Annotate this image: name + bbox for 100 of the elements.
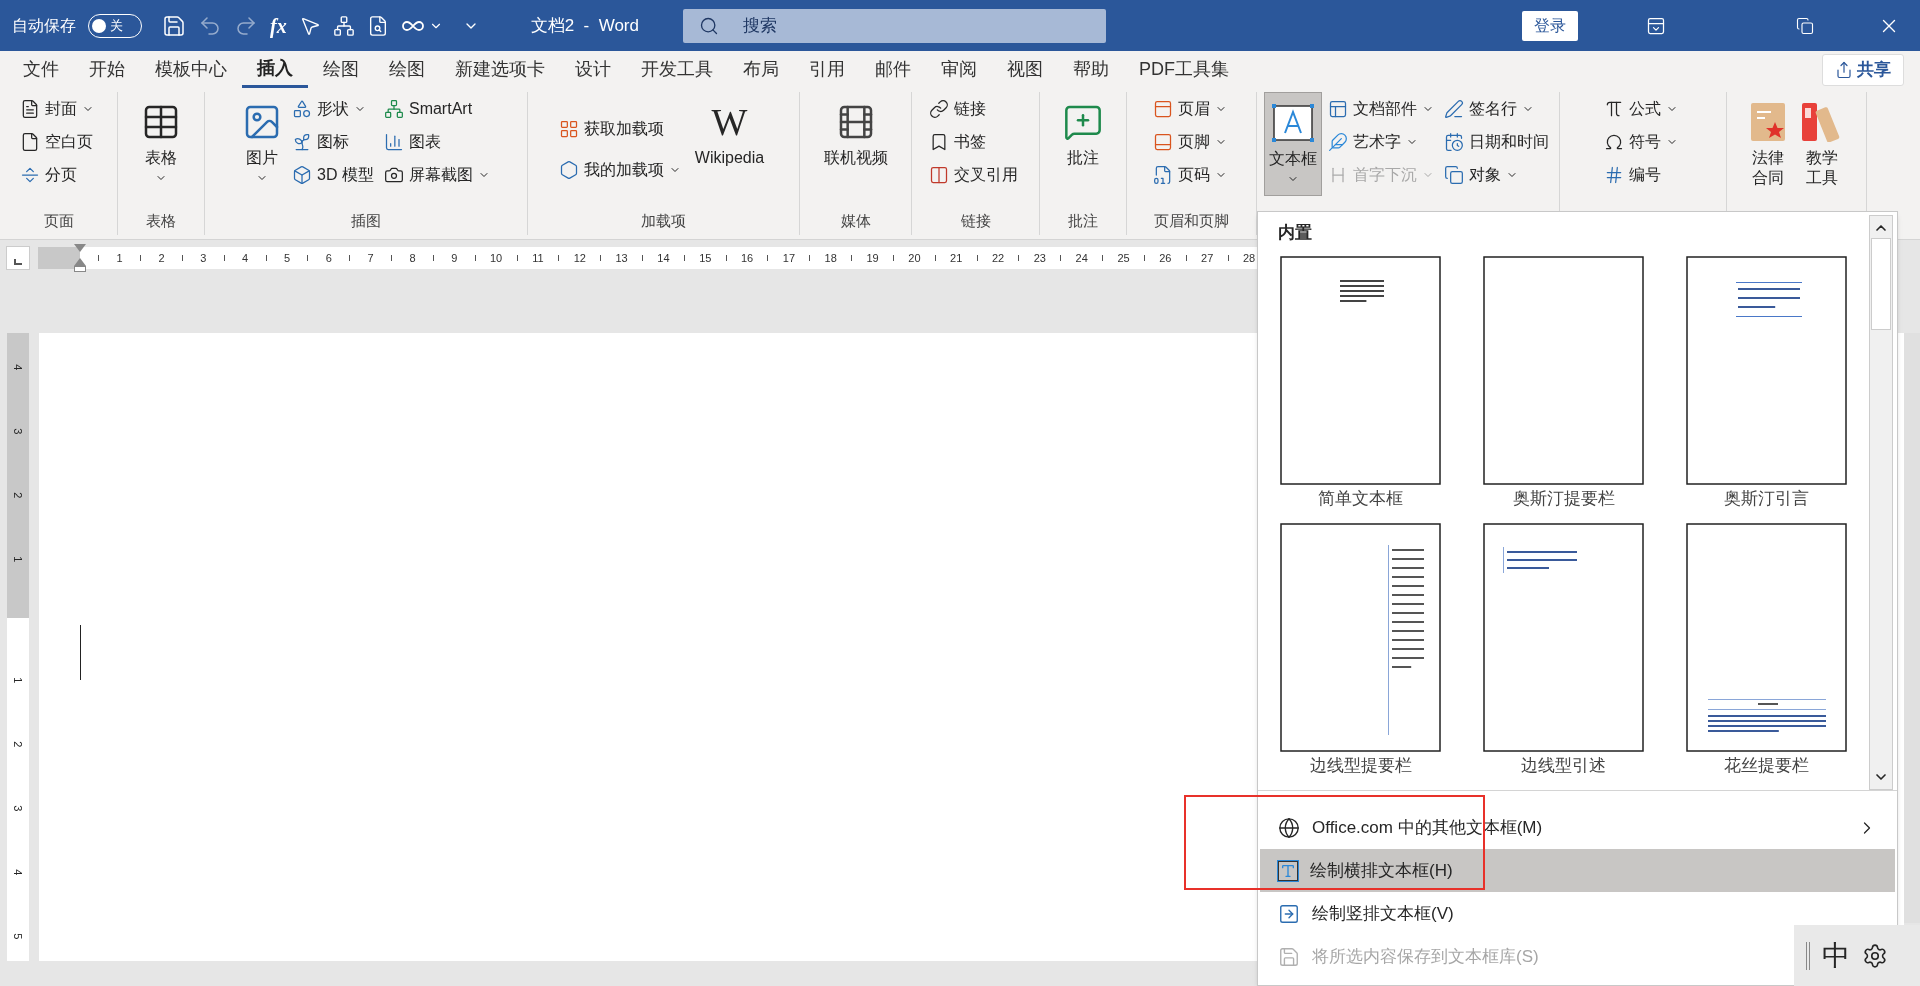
ribbon-button[interactable]: 符号 bbox=[1604, 125, 1682, 158]
ruler-number: 11 bbox=[531, 250, 545, 266]
ribbon-tab[interactable]: 引用 bbox=[794, 51, 860, 88]
ruler-number: 20 bbox=[907, 250, 922, 266]
vertical-text-box-icon bbox=[1278, 902, 1300, 925]
ribbon-tab[interactable]: 文件 bbox=[8, 51, 74, 88]
search-field[interactable]: 搜索 bbox=[683, 8, 1106, 43]
hierarchy-icon bbox=[383, 98, 404, 119]
scrollbar[interactable] bbox=[1869, 215, 1893, 790]
calendar-clock-icon bbox=[1443, 131, 1464, 152]
ribbon-tab[interactable]: 开发工具 bbox=[626, 51, 728, 88]
settings-icon[interactable] bbox=[1862, 942, 1888, 969]
save-icon[interactable] bbox=[162, 13, 186, 38]
ribbon-tab[interactable]: 视图 bbox=[992, 51, 1058, 88]
globe-icon bbox=[1278, 816, 1300, 839]
ribbon-button[interactable]: 编号 bbox=[1604, 158, 1682, 191]
ribbon-button[interactable]: 分页 bbox=[19, 158, 98, 191]
group-label: 页眉和页脚 bbox=[1154, 210, 1229, 231]
ribbon-button[interactable]: 空白页 bbox=[19, 125, 98, 158]
ribbon-button[interactable]: 法律合同 bbox=[1745, 92, 1790, 196]
grid-plus-icon bbox=[558, 119, 579, 139]
ribbon-display-icon[interactable] bbox=[1646, 15, 1666, 36]
ribbon-tab[interactable]: 布局 bbox=[728, 51, 794, 88]
ruler-number: 22 bbox=[990, 250, 1006, 266]
ribbon-tab[interactable]: 开始 bbox=[74, 51, 140, 88]
ribbon-tab[interactable]: PDF工具集 bbox=[1124, 51, 1244, 88]
ribbon-tab[interactable]: 审阅 bbox=[926, 51, 992, 88]
text-cursor bbox=[80, 625, 81, 680]
ribbon-button[interactable]: 页眉 bbox=[1152, 92, 1231, 125]
gallery-item[interactable]: 花丝提要栏 bbox=[1686, 523, 1847, 780]
wikipedia-logo: W bbox=[711, 100, 748, 144]
formula-button[interactable]: fx bbox=[270, 10, 287, 41]
ruler-number: 23 bbox=[1032, 250, 1047, 266]
feather-icon bbox=[1327, 131, 1348, 152]
ribbon-button[interactable]: 获取加载项 bbox=[558, 112, 685, 146]
menu-item[interactable]: Office.com 中的其他文本框(M) bbox=[1260, 806, 1895, 849]
ribbon-button[interactable]: 表格 bbox=[137, 92, 185, 196]
ribbon-tab[interactable]: 邮件 bbox=[860, 51, 926, 88]
tab-selector[interactable] bbox=[6, 246, 30, 270]
ribbon-button[interactable]: 签名行 bbox=[1443, 92, 1553, 125]
ruler-number: 21 bbox=[949, 250, 964, 266]
ribbon-button[interactable]: 教学工具 bbox=[1795, 92, 1848, 196]
ribbon-button[interactable]: 文档部件 bbox=[1327, 92, 1438, 125]
ruler-number: 1 bbox=[11, 555, 26, 563]
ribbon-button[interactable]: W Wikipedia bbox=[690, 92, 769, 196]
window-title: 文档2 - Word bbox=[530, 14, 639, 37]
indent-marker[interactable] bbox=[74, 244, 86, 272]
page-number-icon bbox=[1152, 164, 1173, 185]
ribbon-button[interactable]: 联机视频 bbox=[819, 92, 892, 196]
ribbon-button[interactable]: 交叉引用 bbox=[929, 158, 1022, 191]
ribbon-button[interactable]: SmartArt bbox=[383, 92, 494, 125]
scroll-thumb[interactable] bbox=[1871, 238, 1891, 330]
ruler-margin bbox=[38, 247, 80, 269]
ribbon-button[interactable]: 页码 bbox=[1152, 158, 1231, 191]
ribbon-button[interactable]: 我的加载项 bbox=[558, 153, 685, 187]
ribbon-button[interactable]: 链接 bbox=[929, 92, 1022, 125]
login-button[interactable]: 登录 bbox=[1522, 10, 1578, 41]
ribbon-tab[interactable]: 绘图 bbox=[308, 51, 374, 88]
ribbon-button[interactable]: 批注 bbox=[1059, 92, 1107, 196]
group-label: 批注 bbox=[1068, 210, 1098, 231]
ruler-number: 17 bbox=[781, 250, 797, 266]
ribbon-button[interactable]: 书签 bbox=[929, 125, 1022, 158]
ribbon-tab[interactable]: 模板中心 bbox=[140, 51, 242, 88]
menu-item[interactable]: 绘制竖排文本框(V) bbox=[1260, 892, 1484, 935]
ribbon-tab[interactable]: 绘图 bbox=[374, 51, 440, 88]
ruler-number: 27 bbox=[1200, 250, 1215, 266]
ribbon-tab[interactable]: 设计 bbox=[560, 51, 626, 88]
input-mode[interactable]: 中 bbox=[1822, 934, 1850, 977]
ribbon-button[interactable]: 图片 bbox=[238, 92, 287, 196]
ribbon-button[interactable]: 日期和时间 bbox=[1443, 125, 1553, 158]
share-button[interactable]: 共享 bbox=[1822, 53, 1904, 86]
ribbon-tab[interactable]: 帮助 bbox=[1058, 51, 1124, 88]
menu-item[interactable]: 绘制横排文本框(H) bbox=[1260, 849, 1895, 892]
ruler-number: 10 bbox=[489, 250, 504, 266]
ribbon-button[interactable]: 图表 bbox=[383, 125, 494, 158]
gallery-item[interactable]: 简单文本框 bbox=[1280, 256, 1441, 513]
ribbon-button[interactable]: 图标 bbox=[292, 125, 378, 158]
gallery-item[interactable]: 奥斯汀引言 bbox=[1686, 256, 1847, 513]
scrollbar[interactable] bbox=[1904, 333, 1920, 923]
ribbon-button[interactable]: 形状 bbox=[292, 92, 378, 125]
ribbon-button[interactable]: 屏幕截图 bbox=[383, 158, 494, 191]
ruler-number: 18 bbox=[823, 250, 838, 266]
ribbon-button[interactable]: 艺术字 bbox=[1327, 125, 1438, 158]
ruler-number: 4 bbox=[241, 250, 250, 266]
group-label: 链接 bbox=[960, 210, 991, 231]
group-label: 加载项 bbox=[641, 210, 686, 231]
ribbon-button[interactable]: 3D 模型 bbox=[292, 158, 378, 191]
hierarchy-icon[interactable] bbox=[332, 14, 355, 37]
gallery-item[interactable]: 奥斯汀提要栏 bbox=[1483, 256, 1644, 513]
gallery-item[interactable]: 边线型引述 bbox=[1483, 523, 1644, 780]
ribbon-button[interactable]: 封面 bbox=[19, 92, 98, 125]
gallery-item[interactable]: 边线型提要栏 bbox=[1280, 523, 1441, 780]
ribbon-tab[interactable]: 新建选项卡 bbox=[440, 51, 560, 88]
ribbon-button[interactable]: 对象 bbox=[1443, 158, 1553, 191]
ribbon-button[interactable]: 公式 bbox=[1604, 92, 1682, 125]
ribbon-button[interactable]: 文本框 bbox=[1263, 92, 1322, 196]
ribbon-button[interactable]: 页脚 bbox=[1152, 125, 1231, 158]
ruler-number: 3 bbox=[11, 804, 26, 812]
ruler-number: 28 bbox=[1241, 250, 1257, 266]
restore-icon[interactable] bbox=[1796, 16, 1814, 35]
